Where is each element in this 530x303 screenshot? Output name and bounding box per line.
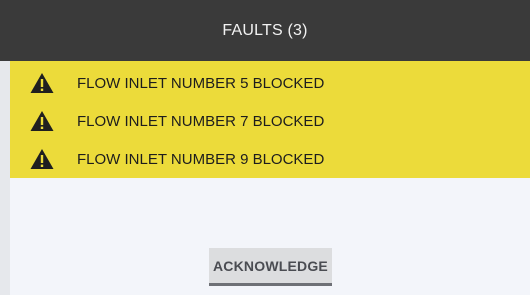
- warning-triangle-icon: [30, 149, 54, 169]
- dialog-title: FAULTS (3): [222, 21, 308, 39]
- warning-triangle-icon: [30, 73, 54, 93]
- acknowledge-button[interactable]: ACKNOWLEDGE: [209, 248, 332, 286]
- fault-item: FLOW INLET NUMBER 7 BLOCKED: [10, 102, 530, 140]
- fault-item: FLOW INLET NUMBER 5 BLOCKED: [10, 64, 530, 102]
- dialog-titlebar: FAULTS (3): [0, 0, 530, 61]
- faults-dialog: FAULTS (3) FLOW INLET NUMBER 5 BLOCKED F…: [0, 0, 530, 303]
- dialog-bottom-edge: [0, 295, 530, 303]
- dialog-left-edge: [0, 61, 10, 295]
- warning-triangle-icon: [30, 111, 54, 131]
- fault-list: FLOW INLET NUMBER 5 BLOCKED FLOW INLET N…: [10, 61, 530, 178]
- fault-text: FLOW INLET NUMBER 5 BLOCKED: [77, 75, 325, 92]
- fault-text: FLOW INLET NUMBER 7 BLOCKED: [77, 113, 325, 130]
- fault-text: FLOW INLET NUMBER 9 BLOCKED: [77, 151, 325, 168]
- fault-item: FLOW INLET NUMBER 9 BLOCKED: [10, 140, 530, 178]
